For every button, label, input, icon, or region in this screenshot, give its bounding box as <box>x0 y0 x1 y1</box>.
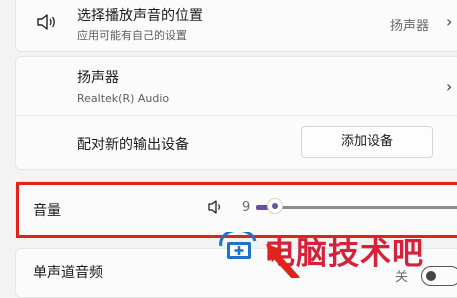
mono-audio-toggle[interactable] <box>421 266 457 286</box>
output-device-value: 扬声器 <box>390 19 430 34</box>
volume-slider-thumb[interactable] <box>267 198 283 214</box>
volume-speaker-icon[interactable] <box>207 199 223 219</box>
speaker-title: 扬声器 <box>77 70 119 86</box>
speaker-card: 扬声器 Realtek(R) Audio › 配对新的输出设备 添加设备 <box>15 56 457 170</box>
volume-label: 音量 <box>33 203 61 219</box>
mono-audio-label: 单声道音频 <box>33 265 103 281</box>
speaker-subtitle: Realtek(R) Audio <box>77 92 170 105</box>
speaker-row[interactable]: 扬声器 Realtek(R) Audio › <box>16 57 457 114</box>
output-device-title: 选择播放声音的位置 <box>77 8 203 24</box>
volume-slider-track <box>256 206 457 209</box>
divider <box>16 115 457 116</box>
watermark-logo-icon <box>217 228 259 268</box>
pair-device-label: 配对新的输出设备 <box>77 137 189 153</box>
volume-slider[interactable] <box>256 196 457 218</box>
red-arrow-icon <box>262 240 302 282</box>
volume-value: 9 <box>242 200 251 215</box>
add-device-button[interactable]: 添加设备 <box>301 126 433 158</box>
output-device-card[interactable]: 选择播放声音的位置 应用可能有自己的设置 扬声器 › <box>15 0 457 52</box>
chevron-right-icon: › <box>446 77 453 96</box>
speaker-sound-icon <box>36 13 58 35</box>
output-device-subtitle: 应用可能有自己的设置 <box>77 29 187 42</box>
chevron-right-icon: › <box>446 12 453 31</box>
